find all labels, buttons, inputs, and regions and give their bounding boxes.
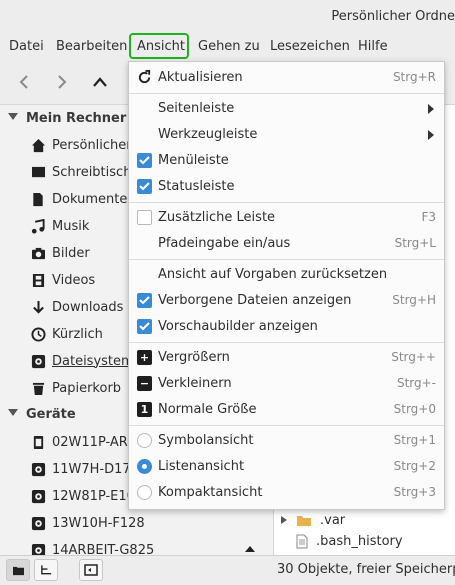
tree-icon	[40, 565, 51, 575]
menu-item-sidebar[interactable]: Seitenleiste	[129, 96, 444, 122]
sidebar-item-desktop[interactable]: Schreibtisch	[30, 161, 131, 183]
menu-lesezeichen[interactable]: Lesezeichen	[270, 39, 350, 54]
drive-icon	[30, 542, 46, 555]
checkbox-checked-icon[interactable]	[137, 293, 152, 308]
sidebar-item-pictures[interactable]: Bilder	[30, 242, 90, 264]
menu-item-location-entry[interactable]: Pfadeingabe ein/aus Strg+L	[129, 231, 444, 257]
sidebar-device[interactable]: 02W11P-ARL	[30, 431, 135, 453]
menu-separator	[129, 425, 444, 426]
submenu-arrow-icon	[428, 104, 434, 114]
sidebar-device[interactable]: 12W81P-E10	[30, 485, 135, 507]
expand-icon	[281, 516, 287, 524]
menu-separator	[129, 93, 444, 94]
chevron-left-icon	[19, 75, 28, 89]
file-row[interactable]: .var	[280, 509, 345, 531]
checkbox-checked-icon[interactable]	[137, 319, 152, 334]
ansicht-menu: Aktualisieren Strg+R Seitenleiste Werkze…	[128, 61, 445, 510]
folder-icon	[297, 515, 311, 526]
menu-item-thumbnails[interactable]: Vorschaubilder anzeigen	[129, 314, 444, 340]
radio-unselected-icon[interactable]	[137, 485, 152, 500]
menu-ansicht-highlight	[129, 33, 189, 59]
sidebar-item-documents[interactable]: Dokumente	[30, 188, 127, 210]
menu-bar: Datei Bearbeiten Ansicht Gehen zu Leseze…	[0, 34, 455, 60]
drive-icon	[30, 515, 46, 531]
menu-item-compact-view[interactable]: Kompaktansicht Strg+3	[129, 480, 444, 506]
forward-button[interactable]	[50, 70, 74, 94]
menu-item-menubar[interactable]: Menüleiste	[129, 148, 444, 174]
menu-item-zoom-out[interactable]: − Verkleinern Strg+-	[129, 371, 444, 397]
drive-icon	[30, 488, 46, 504]
sidebar-item-recent[interactable]: Kürzlich	[30, 323, 103, 345]
expand-icon	[8, 113, 18, 120]
camera-icon	[30, 245, 46, 261]
refresh-icon	[138, 70, 151, 84]
desktop-icon	[30, 164, 46, 180]
zoom-normal-icon: 1	[137, 402, 152, 417]
menu-bearbeiten[interactable]: Bearbeiten	[56, 39, 127, 54]
file-row[interactable]: .bash_history	[296, 530, 403, 552]
submenu-arrow-icon	[428, 130, 434, 140]
music-icon	[30, 218, 46, 234]
menu-item-statusbar[interactable]: Statusleiste	[129, 174, 444, 200]
menu-item-list-view[interactable]: Listenansicht Strg+2	[129, 454, 444, 480]
sidebar-item-downloads[interactable]: Downloads	[30, 296, 123, 318]
drive-icon	[30, 353, 46, 369]
menu-separator	[129, 259, 444, 260]
sidebar-icon	[84, 564, 98, 576]
document-icon	[30, 191, 46, 207]
checkbox-unchecked-icon[interactable]	[137, 210, 152, 225]
sidebar-item-music[interactable]: Musik	[30, 215, 89, 237]
expand-icon	[8, 409, 18, 416]
menu-item-zoom-normal[interactable]: 1 Normale Größe Strg+0	[129, 397, 444, 423]
menu-datei[interactable]: Datei	[9, 39, 44, 54]
checkbox-checked-icon[interactable]	[137, 153, 152, 168]
clock-icon	[30, 326, 46, 342]
toggle-places-button[interactable]	[6, 559, 30, 581]
drive-icon	[30, 461, 46, 477]
radio-unselected-icon[interactable]	[137, 433, 152, 448]
sidebar-item-trash[interactable]: Papierkorb	[30, 377, 121, 399]
sidebar-section-computer[interactable]: Mein Rechner	[8, 111, 126, 126]
menu-item-zoom-in[interactable]: + Vergrößern Strg++	[129, 345, 444, 371]
zoom-out-icon: −	[137, 376, 152, 391]
status-bar: 30 Objekte, freier Speicherpla	[0, 555, 455, 585]
sidebar-device[interactable]: 11W7H-D173	[30, 458, 139, 480]
back-button[interactable]	[12, 70, 36, 94]
sidebar-item-filesystem[interactable]: Dateisystem	[30, 350, 134, 372]
menu-gehen-zu[interactable]: Gehen zu	[198, 39, 260, 54]
download-icon	[30, 299, 46, 315]
menu-item-icon-view[interactable]: Symbolansicht Strg+1	[129, 428, 444, 454]
sidebar-section-devices[interactable]: Geräte	[8, 407, 76, 422]
toggle-tree-button[interactable]	[34, 559, 58, 581]
checkbox-checked-icon[interactable]	[137, 179, 152, 194]
radio-selected-icon[interactable]	[137, 459, 152, 474]
menu-item-refresh[interactable]: Aktualisieren Strg+R	[129, 65, 444, 91]
status-text: 30 Objekte, freier Speicherpla	[277, 562, 455, 577]
menu-item-extra-pane[interactable]: Zusätzliche Leiste F3	[129, 205, 444, 231]
sidebar-device[interactable]: 14ARBEIT-G825	[30, 539, 154, 555]
trash-icon	[30, 380, 46, 396]
menu-separator	[129, 342, 444, 343]
title-bar: Persönlicher Ordne	[0, 0, 455, 34]
eject-icon[interactable]	[244, 545, 256, 555]
text-file-icon	[296, 534, 308, 548]
menu-item-hidden-files[interactable]: Verborgene Dateien anzeigen Strg+H	[129, 288, 444, 314]
menu-hilfe[interactable]: Hilfe	[358, 39, 388, 54]
home-icon	[30, 137, 46, 153]
zoom-in-icon: +	[137, 350, 152, 365]
menu-item-reset-view[interactable]: Ansicht auf Vorgaben zurücksetzen	[129, 262, 444, 288]
folder-icon	[12, 566, 24, 575]
sidebar-item-videos[interactable]: Videos	[30, 269, 95, 291]
chevron-right-icon	[58, 75, 67, 89]
toggle-sidebar-button[interactable]	[79, 559, 103, 581]
menu-item-toolbar[interactable]: Werkzeugleiste	[129, 122, 444, 148]
film-icon	[30, 272, 46, 288]
sidebar-device[interactable]: 13W10H-F128	[30, 512, 145, 534]
chip-icon	[30, 434, 46, 450]
window-title: Persönlicher Ordne	[331, 9, 455, 24]
up-button[interactable]	[88, 70, 112, 94]
menu-separator	[129, 202, 444, 203]
chevron-up-icon	[93, 77, 107, 87]
sidebar-item-home[interactable]: Persönlicher	[30, 134, 132, 156]
